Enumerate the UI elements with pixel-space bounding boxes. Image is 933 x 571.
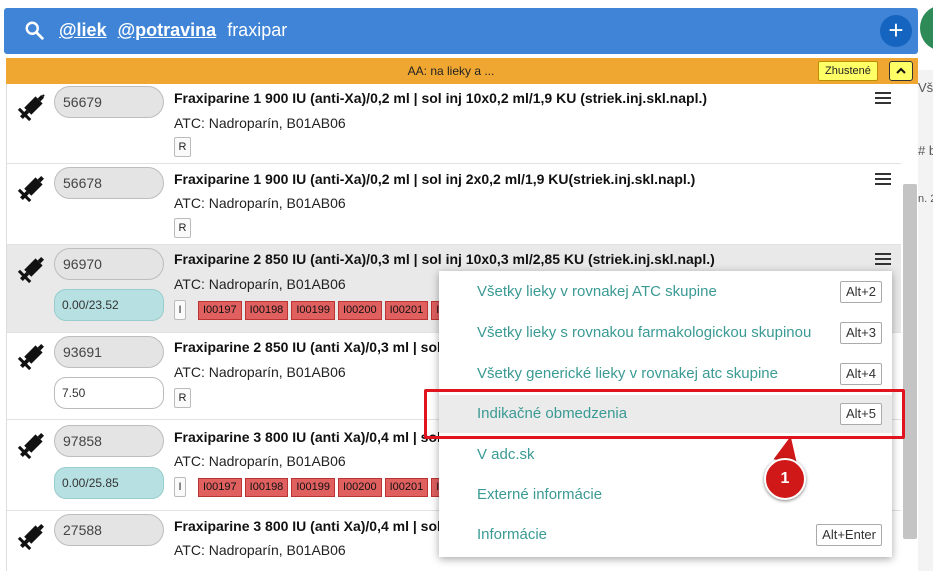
- menu-icon[interactable]: [875, 92, 891, 104]
- atc-label: ATC: Nadroparín, B01AB06: [174, 195, 346, 211]
- indication-badge[interactable]: I00199: [291, 478, 335, 497]
- filter-text: AA: na lieky a ...: [407, 64, 495, 78]
- search-tag-drug[interactable]: @liek: [59, 20, 107, 40]
- atc-label: ATC: Nadroparín, B01AB06: [174, 364, 346, 380]
- indication-badge[interactable]: I00200: [337, 478, 382, 497]
- menu-icon[interactable]: [875, 253, 891, 265]
- menu-item-label: Informácie: [477, 526, 548, 543]
- shortcut-badge: Alt+4: [840, 363, 882, 385]
- list-item[interactable]: 56678 Fraxiparine 1 900 IU (anti-Xa)/0,2…: [7, 164, 901, 245]
- shortcut-badge: Alt+2: [840, 281, 882, 303]
- price-pill: 0.00/23.52: [54, 289, 164, 321]
- status-badge: I: [174, 300, 186, 320]
- highlight-annotation: [424, 389, 905, 439]
- atc-label: ATC: Nadroparín, B01AB06: [174, 453, 346, 469]
- menu-item-same-pharmacological-group[interactable]: Všetky lieky s rovnakou farmakologickou …: [439, 314, 892, 352]
- indication-badge[interactable]: I00201: [384, 301, 429, 320]
- search-tag-food[interactable]: @potravina: [118, 20, 217, 40]
- menu-item-label: Všetky lieky v rovnakej ATC skupine: [477, 283, 717, 300]
- indication-badge[interactable]: I00200: [337, 301, 382, 320]
- status-badge: R: [174, 218, 191, 238]
- search-bar[interactable]: @liek @potravina fraxipar +: [4, 8, 918, 54]
- scrollbar[interactable]: [903, 184, 917, 539]
- syringe-icon: [17, 94, 45, 122]
- drug-name[interactable]: Fraxiparine 2 850 IU (anti Xa)/0,3 ml | …: [174, 339, 444, 355]
- search-icon[interactable]: [24, 20, 46, 42]
- product-code: 56679: [54, 86, 164, 118]
- syringe-icon: [17, 523, 45, 551]
- menu-item-adc[interactable]: V adc.sk: [439, 436, 892, 474]
- indication-badge[interactable]: I00198: [244, 301, 289, 320]
- status-badge: R: [174, 137, 191, 157]
- drug-name[interactable]: Fraxiparine 1 900 IU (anti-Xa)/0,2 ml | …: [174, 90, 707, 106]
- search-input[interactable]: @liek @potravina fraxipar: [59, 20, 287, 41]
- menu-item-external-info[interactable]: Externé informácie: [439, 476, 892, 514]
- indication-list: I00197 I00198 I00199 I00200 I00201 I: [198, 477, 443, 497]
- syringe-icon: [17, 343, 45, 371]
- syringe-icon: [17, 175, 45, 203]
- product-code: 96970: [54, 248, 164, 280]
- menu-item-info[interactable]: Informácie Alt+Enter: [439, 516, 892, 554]
- atc-label: ATC: Nadroparín, B01AB06: [174, 276, 346, 292]
- syringe-icon: [17, 256, 45, 284]
- chevron-up-icon[interactable]: [889, 61, 913, 81]
- indication-badge[interactable]: I00199: [291, 301, 335, 320]
- drug-name[interactable]: Fraxiparine 1 900 IU (anti-Xa)/0,2 ml | …: [174, 171, 695, 187]
- background-text-fragment: # b: [918, 143, 933, 158]
- background-text-fragment: n. 2: [918, 193, 933, 205]
- price-pill: 0.00/25.85: [54, 467, 164, 499]
- indication-badge[interactable]: I00197: [198, 301, 242, 320]
- indication-badge[interactable]: I00201: [384, 478, 429, 497]
- shortcut-badge: Alt+3: [840, 322, 882, 344]
- status-badge: I: [174, 477, 186, 497]
- status-badge: R: [174, 388, 191, 408]
- indication-badge[interactable]: I00198: [244, 478, 289, 497]
- drug-name[interactable]: Fraxiparine 2 850 IU (anti-Xa)/0,3 ml | …: [174, 251, 715, 267]
- search-query[interactable]: fraxipar: [227, 20, 287, 40]
- add-icon[interactable]: +: [880, 15, 912, 47]
- shortcut-badge: Alt+Enter: [816, 524, 882, 546]
- list-item[interactable]: 56679 Fraxiparine 1 900 IU (anti-Xa)/0,2…: [7, 84, 901, 164]
- menu-item-label: Všetky generické lieky v rovnakej atc sk…: [477, 365, 778, 382]
- menu-icon[interactable]: [875, 173, 891, 185]
- product-code: 27588: [54, 514, 164, 546]
- drug-name[interactable]: Fraxiparine 3 800 IU (anti Xa)/0,4 ml | …: [174, 518, 444, 534]
- product-code: 97858: [54, 425, 164, 457]
- callout-badge: 1: [764, 458, 806, 500]
- syringe-icon: [17, 432, 45, 460]
- drug-name[interactable]: Fraxiparine 3 800 IU (anti Xa)/0,4 ml | …: [174, 429, 444, 445]
- menu-item-label: Všetky lieky s rovnakou farmakologickou …: [477, 324, 812, 341]
- indication-list: I00197I00198I00199I00200I00201I0: [198, 300, 453, 320]
- menu-item-label: Externé informácie: [477, 486, 603, 503]
- background-text-fragment: Vš: [918, 80, 933, 95]
- menu-item-same-atc[interactable]: Všetky lieky v rovnakej ATC skupine Alt+…: [439, 273, 892, 311]
- menu-item-generics[interactable]: Všetky generické lieky v rovnakej atc sk…: [439, 355, 892, 393]
- atc-label: ATC: Nadroparín, B01AB06: [174, 115, 346, 131]
- compact-toggle-button[interactable]: Zhustené: [818, 61, 878, 81]
- indication-badge[interactable]: I00197: [198, 478, 242, 497]
- menu-item-label: V adc.sk: [477, 446, 535, 463]
- filter-strip: AA: na lieky a ... Zhustené: [6, 58, 918, 84]
- product-code: 56678: [54, 167, 164, 199]
- atc-label: ATC: Nadroparín, B01AB06: [174, 542, 346, 558]
- price-pill: 7.50: [54, 377, 164, 409]
- product-code: 93691: [54, 336, 164, 368]
